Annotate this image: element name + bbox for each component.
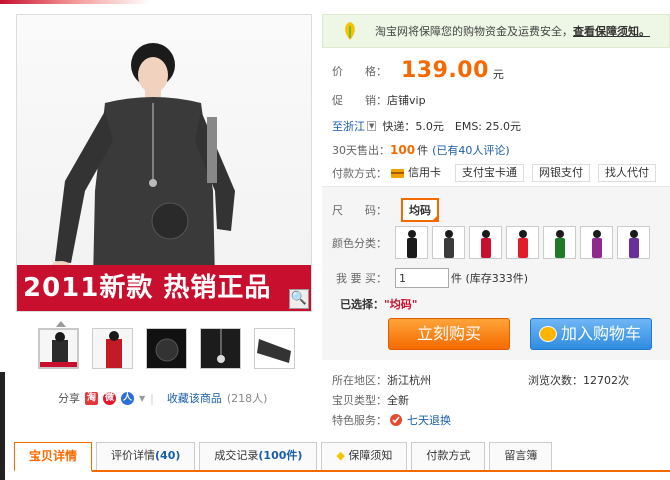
type-row: 宝贝类型： 全新: [332, 392, 409, 408]
color-swatch-black[interactable]: [395, 226, 428, 259]
thumbnail-image: [106, 331, 122, 368]
payment-row: 付款方式： 信用卡 支付宝卡通 网银支付 找人代付: [332, 164, 664, 182]
tab-payment[interactable]: 付款方式: [411, 442, 486, 470]
color-swatch-bright-red[interactable]: [506, 226, 539, 259]
thumbnail-4[interactable]: [200, 328, 241, 369]
color-label: 颜色分类：: [332, 236, 387, 250]
price-label: 价 格：: [332, 64, 387, 78]
tab-item-details[interactable]: 宝贝详情: [14, 442, 93, 472]
divider: |: [150, 391, 154, 405]
tab-reviews[interactable]: 评价详情(40): [96, 442, 196, 470]
top-edge-decoration: [0, 0, 150, 4]
promo-banner: 2011新款 热销正品: [17, 265, 311, 311]
thumbnail-2[interactable]: [92, 328, 133, 369]
thumbnail-3[interactable]: [146, 328, 187, 369]
product-page: 2011新款 热销正品 🔍 分享 淘 微 人 ▼ | 收藏该商品 (218人) …: [0, 0, 670, 480]
color-swatches: [395, 226, 650, 259]
color-swatch-green[interactable]: [543, 226, 576, 259]
credit-card-icon: [391, 168, 404, 178]
tab-guestbook[interactable]: 留言簿: [489, 442, 553, 470]
selected-label: 已选择：: [340, 298, 384, 311]
pay-by-others[interactable]: 找人代付: [598, 164, 656, 182]
location-row: 所在地区： 浙江杭州: [332, 372, 431, 388]
service-value[interactable]: 七天退换: [407, 412, 451, 428]
color-swatch-dark-gray[interactable]: [432, 226, 465, 259]
sold-row: 30天售出： 100 件 (已有40人评论): [332, 142, 510, 158]
sold-label: 30天售出：: [332, 144, 390, 157]
sold-count: 100: [390, 143, 416, 157]
location-label: 所在地区：: [332, 374, 387, 387]
size-label: 尺 码：: [332, 204, 387, 217]
pay-online-bank[interactable]: 网银支付: [532, 164, 590, 182]
promo-row: 促 销： 店铺vip: [332, 92, 426, 108]
taobao-share-icon[interactable]: 淘: [85, 391, 98, 405]
thumbnail-5[interactable]: [254, 328, 295, 369]
main-product-photo[interactable]: 2011新款 热销正品 🔍: [16, 14, 312, 312]
shield-icon: ◆: [336, 449, 345, 462]
color-row: 颜色分类：: [332, 226, 650, 259]
buy-now-button[interactable]: 立刻购买: [388, 318, 510, 350]
promo-label: 促 销：: [332, 94, 387, 107]
sold-unit: 件: [417, 144, 429, 157]
size-option-one-size[interactable]: 均码: [401, 198, 439, 222]
pay-credit-card[interactable]: 信用卡: [387, 164, 447, 182]
tab-transactions[interactable]: 成交记录(100件): [199, 442, 318, 470]
model-illustration: [51, 43, 235, 281]
weibo-share-icon[interactable]: 微: [103, 391, 116, 405]
pay-alipay-card[interactable]: 支付宝卡通: [455, 164, 524, 182]
location-value: 浙江杭州: [387, 374, 431, 387]
price-row: 价 格： 139.00 元: [332, 58, 504, 83]
color-swatch-red[interactable]: [469, 226, 502, 259]
favorite-link[interactable]: 收藏该商品: [167, 390, 222, 406]
chevron-down-icon[interactable]: ▼: [139, 394, 145, 403]
type-label: 宝贝类型：: [332, 394, 387, 407]
thumbnail-image: [40, 332, 77, 367]
selected-value: "均码": [384, 298, 418, 311]
thumb-pointer-icon: [56, 321, 66, 327]
renren-share-icon[interactable]: 人: [121, 391, 134, 405]
quantity-label: 我 要 买：: [336, 272, 387, 285]
reviews-link[interactable]: (已有40人评论): [432, 142, 510, 158]
price-value: 139.00: [401, 58, 489, 83]
color-swatch-purple[interactable]: [580, 226, 613, 259]
views-row: 浏览次数：12702次: [528, 372, 629, 388]
thumbnail-1[interactable]: [38, 328, 79, 369]
security-notice-bar: 淘宝网将保障您的购物资金及运费安全， 查看保障须知。: [322, 14, 670, 48]
promo-value: 店铺vip: [387, 94, 426, 107]
price-unit: 元: [492, 67, 504, 81]
thumbnail-image: [255, 329, 294, 368]
shipping-fees: 快递：5.0元 EMS: 25.0元: [382, 120, 522, 133]
thumbnail-image: [201, 329, 240, 368]
left-edge-decoration: [0, 372, 5, 480]
views-count: 浏览次数：12702次: [528, 374, 629, 387]
zoom-icon[interactable]: 🔍: [289, 289, 309, 309]
ship-to-selector[interactable]: 至浙江: [332, 118, 365, 134]
thumbnail-strip: [38, 328, 295, 369]
service-row: 特色服务： 七天退换: [332, 412, 451, 428]
add-to-cart-button[interactable]: 加入购物车: [530, 318, 652, 350]
quantity-input[interactable]: [395, 268, 449, 288]
payment-label: 付款方式：: [332, 167, 387, 180]
notice-text: 淘宝网将保障您的购物资金及运费安全，: [375, 25, 573, 38]
quantity-row: 我 要 买： 件 (库存333件): [336, 268, 528, 288]
chevron-down-icon[interactable]: ▼: [367, 121, 377, 131]
share-label: 分享: [58, 392, 80, 405]
shield-plant-icon: [345, 22, 355, 40]
type-value: 全新: [387, 394, 409, 407]
return-badge-icon: [390, 414, 402, 426]
detail-tabs: 宝贝详情 评价详情(40) 成交记录(100件) ◆ 保障须知 付款方式 留言簿: [14, 442, 670, 472]
thumbnail-image: [147, 329, 186, 368]
service-label: 特色服务：: [332, 414, 387, 427]
notice-link[interactable]: 查看保障须知。: [573, 23, 650, 39]
color-swatch-violet[interactable]: [617, 226, 650, 259]
quantity-stock: 件 (库存333件): [451, 272, 529, 285]
tab-guarantee[interactable]: ◆ 保障须知: [321, 442, 408, 470]
favorite-count: (218人): [226, 392, 268, 405]
size-row: 尺 码： 均码: [332, 198, 439, 222]
share-row: 分享 淘 微 人 ▼ | 收藏该商品 (218人): [58, 390, 267, 406]
cart-icon: [539, 326, 557, 342]
shipping-row: 至浙江 ▼ 快递：5.0元 EMS: 25.0元: [332, 118, 521, 134]
selected-row: 已选择： "均码": [340, 296, 417, 312]
